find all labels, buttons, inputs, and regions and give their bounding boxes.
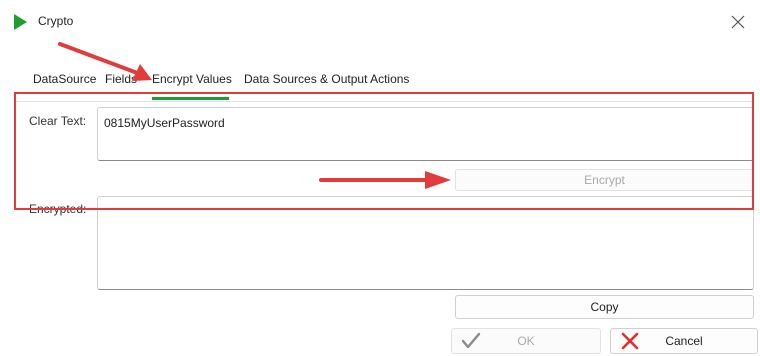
tab-bar: DataSource Fields Encrypt Values Data So… (0, 62, 760, 102)
tab-data-sources-output-actions[interactable]: Data Sources & Output Actions (244, 72, 409, 86)
tab-encrypt-values[interactable]: Encrypt Values (152, 72, 232, 86)
annotation-arrow-encrypt (319, 171, 451, 189)
encrypted-label: Encrypted: (29, 202, 87, 216)
cancel-label: Cancel (665, 334, 703, 348)
ok-label: OK (517, 334, 535, 348)
tab-fields[interactable]: Fields (105, 72, 137, 86)
tab-divider (14, 101, 754, 102)
clear-text-input[interactable]: 0815MyUserPassword (97, 107, 754, 161)
checkmark-icon (461, 332, 481, 349)
window-title: Crypto (38, 14, 74, 28)
cancel-button[interactable]: Cancel (610, 328, 758, 354)
title-bar: Crypto (0, 0, 760, 44)
play-triangle-icon (14, 14, 27, 30)
active-tab-indicator (152, 97, 229, 100)
crypto-dialog: Crypto DataSource Fields Encrypt Values … (0, 0, 760, 356)
close-icon (731, 15, 745, 29)
ok-button[interactable]: OK (451, 328, 601, 354)
encrypt-button[interactable]: Encrypt (455, 169, 754, 191)
clear-text-label: Clear Text: (29, 114, 87, 128)
encrypted-output[interactable] (97, 196, 754, 290)
tab-datasource[interactable]: DataSource (33, 72, 96, 86)
copy-button[interactable]: Copy (455, 295, 754, 319)
cancel-x-icon (621, 332, 639, 350)
close-button[interactable] (726, 10, 750, 34)
